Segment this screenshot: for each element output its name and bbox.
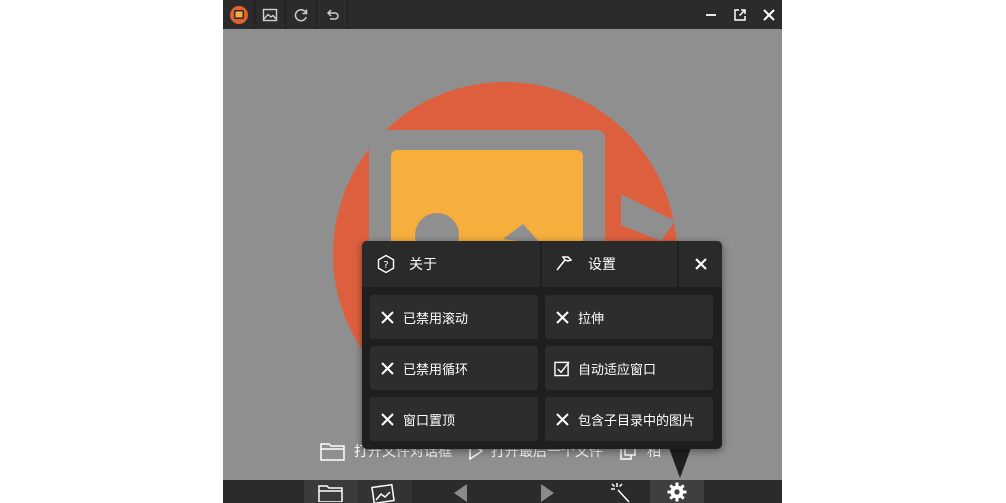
refresh-icon[interactable] bbox=[286, 0, 316, 29]
svg-text:?: ? bbox=[383, 260, 388, 271]
gallery-icon bbox=[371, 483, 395, 503]
previous-button[interactable] bbox=[430, 480, 490, 503]
x-icon bbox=[554, 411, 570, 427]
x-icon bbox=[379, 360, 395, 376]
option-label: 自动适应窗口 bbox=[578, 362, 657, 378]
settings-label: 设置 bbox=[588, 257, 616, 273]
close-icon bbox=[694, 258, 707, 270]
effects-button[interactable] bbox=[595, 480, 645, 503]
gear-icon bbox=[667, 482, 687, 501]
x-icon bbox=[379, 411, 395, 427]
option-label: 拉伸 bbox=[578, 311, 605, 327]
x-icon bbox=[554, 309, 570, 325]
about-label: 关于 bbox=[409, 257, 437, 273]
option-label: 窗口置顶 bbox=[403, 413, 456, 429]
settings-link[interactable]: 设置 bbox=[542, 241, 677, 287]
image-icon[interactable] bbox=[255, 0, 285, 29]
hammer-icon bbox=[556, 256, 573, 271]
option-scroll-toggle[interactable]: 已禁用滚动 bbox=[370, 295, 538, 339]
open-folder-button[interactable] bbox=[304, 480, 358, 503]
popout-icon[interactable] bbox=[726, 0, 754, 29]
bottom-toolbar bbox=[223, 480, 782, 503]
checkbox-checked-icon bbox=[554, 360, 570, 376]
close-icon[interactable] bbox=[755, 0, 782, 29]
x-icon bbox=[379, 309, 395, 325]
arrow-right-icon bbox=[541, 483, 554, 502]
about-button[interactable]: ? 关于 bbox=[362, 241, 540, 287]
arrow-left-icon bbox=[454, 483, 467, 502]
option-stretch-toggle[interactable]: 拉伸 bbox=[545, 295, 713, 339]
option-label: 已禁用滚动 bbox=[403, 311, 469, 327]
folder-icon bbox=[320, 443, 345, 461]
option-autofit-toggle[interactable]: 自动适应窗口 bbox=[545, 346, 713, 390]
settings-popup: ? 关于 设置 已禁用滚动 拉伸 已禁用循环 自动适应窗口 窗口置顶 包含子目录… bbox=[362, 241, 722, 449]
popup-pointer bbox=[669, 448, 691, 478]
option-label: 已禁用循环 bbox=[403, 362, 469, 378]
popup-close-button[interactable] bbox=[679, 241, 722, 287]
minimize-icon[interactable] bbox=[697, 0, 725, 29]
option-subfolders-toggle[interactable]: 包含子目录中的图片 bbox=[545, 397, 713, 441]
settings-button[interactable] bbox=[650, 480, 704, 503]
app-logo-icon[interactable] bbox=[223, 0, 254, 29]
undo-icon[interactable] bbox=[317, 0, 347, 29]
magic-wand-icon bbox=[611, 482, 630, 503]
next-button[interactable] bbox=[518, 480, 578, 503]
title-bar bbox=[223, 0, 782, 29]
folder-icon bbox=[318, 484, 343, 502]
option-label: 包含子目录中的图片 bbox=[578, 413, 696, 429]
info-hexagon-icon: ? bbox=[377, 254, 395, 274]
option-topmost-toggle[interactable]: 窗口置顶 bbox=[370, 397, 538, 441]
option-loop-toggle[interactable]: 已禁用循环 bbox=[370, 346, 538, 390]
gallery-button[interactable] bbox=[358, 480, 412, 503]
